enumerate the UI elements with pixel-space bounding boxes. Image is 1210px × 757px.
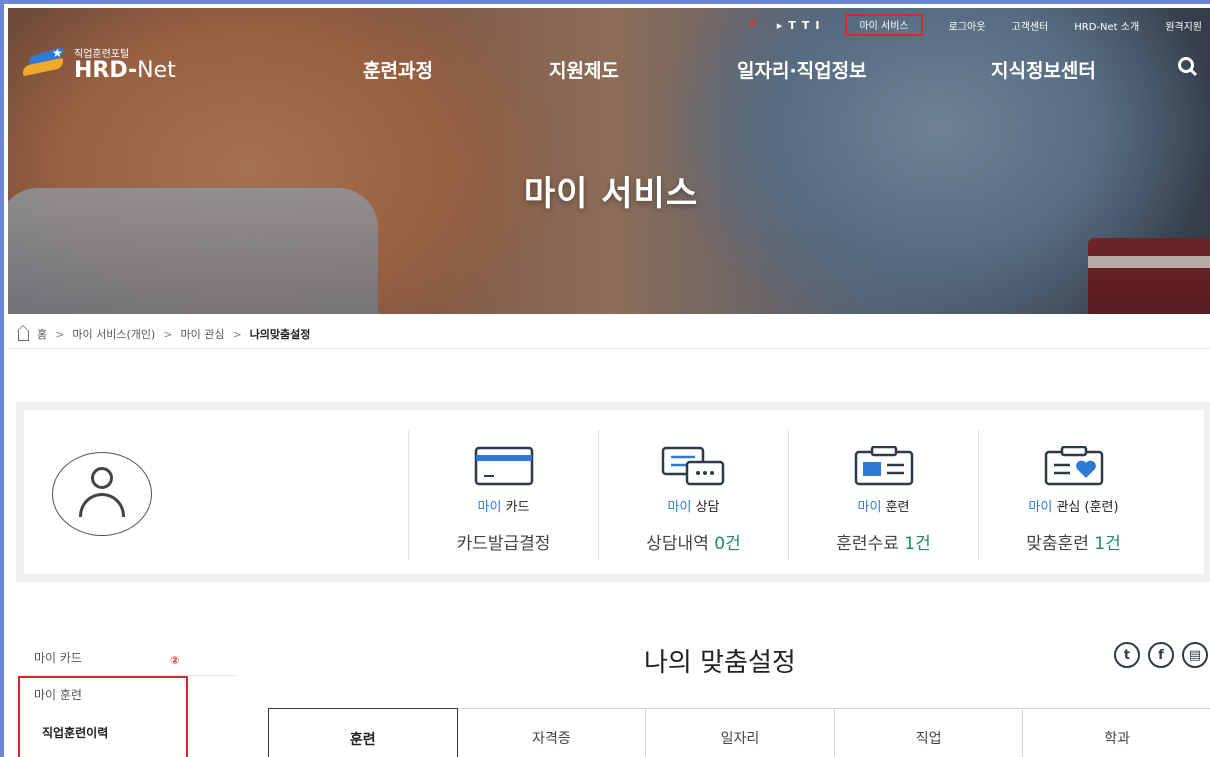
print-icon[interactable]: ▤ <box>1182 642 1208 668</box>
breadcrumb-home[interactable]: 홈 <box>37 326 47 342</box>
breadcrumb-current: 나의맞춤설정 <box>249 328 311 341</box>
sidebar-item-my-card[interactable]: 마이 카드 <box>18 640 236 676</box>
twitter-icon[interactable]: t <box>1114 642 1140 668</box>
training-value-num: 1건 <box>904 534 931 554</box>
heart-card-icon <box>1044 446 1103 486</box>
breadcrumb: 홈 > 마이 서비스(개인) > 마이 관심 > 나의맞춤설정 <box>18 326 310 342</box>
card-label-my: 마이 <box>477 500 502 515</box>
tab-training[interactable]: 훈련 <box>268 708 458 757</box>
my-service-link[interactable]: 마이 서비스 <box>845 14 923 36</box>
my-summary-panel: 마이 카드 카드발급결정 마이 상담 상담내역 0건 마이 훈련 훈련수료 1건… <box>16 402 1210 582</box>
nav-support-system[interactable]: 지원제도 <box>549 56 619 83</box>
counsel-value-num: 0건 <box>714 534 741 554</box>
nav-knowledge-center[interactable]: 지식정보센터 <box>991 56 1096 83</box>
interest-value-num: 1건 <box>1094 534 1121 554</box>
breadcrumb-separator: > <box>55 327 65 341</box>
card-label: 카드 <box>505 500 530 515</box>
training-label-my: 마이 <box>857 500 882 515</box>
font-smaller-button[interactable]: T <box>802 19 810 32</box>
facebook-icon[interactable]: f <box>1148 642 1174 668</box>
home-icon[interactable] <box>18 330 29 341</box>
nav-training-course[interactable]: 훈련과정 <box>363 56 433 83</box>
page-frame: ▸ T T I 마이 서비스 로그아웃 고객센터 HRD-Net 소개 원격지원… <box>0 0 1210 757</box>
breadcrumb-separator: > <box>163 327 173 341</box>
customer-center-link[interactable]: 고객센터 <box>1011 18 1048 33</box>
breadcrumb-my-interest[interactable]: 마이 관심 <box>180 326 224 342</box>
hero-title: 마이 서비스 <box>523 174 699 214</box>
search-button[interactable] <box>1178 56 1194 78</box>
training-icon <box>854 446 913 486</box>
breadcrumb-separator: > <box>232 327 242 341</box>
chat-icon <box>661 446 724 486</box>
logo-mark-icon: ★ <box>21 46 68 82</box>
card-value: 카드발급결정 <box>456 534 551 554</box>
tab-jobs[interactable]: 일자리 <box>646 708 835 757</box>
training-value-text: 훈련수료 <box>836 534 905 554</box>
sidebar-item-training-history[interactable]: 직업훈련이력 <box>20 710 186 741</box>
page-title: 나의 맞춤설정 <box>644 648 796 678</box>
summary-cards: 마이 카드 카드발급결정 마이 상담 상담내역 0건 마이 훈련 훈련수료 1건… <box>408 430 1168 560</box>
card-my-training[interactable]: 마이 훈련 훈련수료 1건 <box>788 430 978 560</box>
sidebar-item-my-training[interactable]: 마이 훈련 <box>20 678 186 710</box>
font-larger-button[interactable]: T <box>788 19 796 32</box>
card-my-card[interactable]: 마이 카드 카드발급결정 <box>408 430 598 560</box>
sidebar-highlight-box: 마이 훈련 직업훈련이력 <box>18 676 188 757</box>
annotation-marker-1: ① <box>748 17 758 30</box>
avatar-icon <box>52 452 152 536</box>
counsel-label: 상담 <box>695 500 720 515</box>
counsel-label-my: 마이 <box>667 500 692 515</box>
font-size-controls: ▸ T T I <box>777 19 820 32</box>
card-my-interest[interactable]: 마이 관심 (훈련) 맞춤훈련 1건 <box>978 430 1168 560</box>
logo-net: Net <box>137 57 176 83</box>
share-tools: t f ▤ <box>1114 642 1208 668</box>
logout-link[interactable]: 로그아웃 <box>949 18 986 33</box>
card-my-counsel[interactable]: 마이 상담 상담내역 0건 <box>598 430 788 560</box>
remote-support-link[interactable]: 원격지원 <box>1165 18 1202 33</box>
tab-occupation[interactable]: 직업 <box>834 708 1024 757</box>
content-tabs: 훈련 자격증 일자리 직업 학과 <box>268 708 1210 757</box>
sidebar: 마이 카드 마이 훈련 직업훈련이력 <box>18 640 236 757</box>
font-play-button[interactable]: ▸ <box>777 19 783 32</box>
interest-value-text: 맞춤훈련 <box>1026 534 1095 554</box>
logo-hrd: HRD <box>74 57 129 83</box>
about-link[interactable]: HRD-Net 소개 <box>1074 18 1139 33</box>
breadcrumb-my-service[interactable]: 마이 서비스(개인) <box>72 326 155 342</box>
nav-job-info[interactable]: 일자리·직업정보 <box>737 56 867 83</box>
tab-department[interactable]: 학과 <box>1023 708 1210 757</box>
counsel-value-text: 상담내역 <box>646 534 715 554</box>
font-reset-button[interactable]: I <box>815 19 819 32</box>
hrd-net-logo[interactable]: ★ 직업훈련포털 HRD-Net <box>21 46 176 83</box>
hero-banner: ▸ T T I 마이 서비스 로그아웃 고객센터 HRD-Net 소개 원격지원… <box>8 8 1210 314</box>
card-icon <box>474 446 533 486</box>
interest-label-my: 마이 <box>1028 500 1053 515</box>
utility-bar: ▸ T T I 마이 서비스 로그아웃 고객센터 HRD-Net 소개 원격지원 <box>777 14 1202 36</box>
annotation-marker-2: ② <box>170 654 180 667</box>
search-icon <box>1178 57 1194 73</box>
tab-certificate[interactable]: 자격증 <box>457 708 647 757</box>
training-label: 훈련 <box>885 500 910 515</box>
interest-label: 관심 (훈련) <box>1056 500 1119 515</box>
